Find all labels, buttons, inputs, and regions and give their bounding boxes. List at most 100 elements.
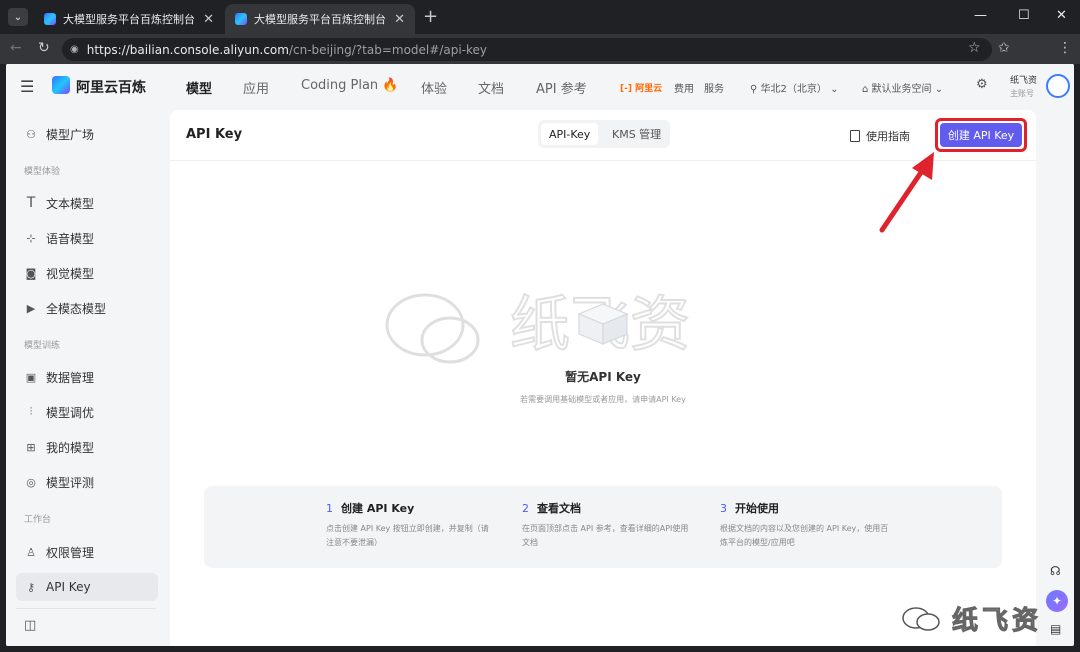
chevron-down-icon: ⌄ bbox=[826, 84, 839, 95]
step-description: 在页面顶部点击 API 参考，查看详细的API使用文档 bbox=[522, 524, 689, 547]
usage-guide-link[interactable]: 使用指南 bbox=[850, 128, 910, 144]
sidebar-item-data[interactable]: ▣ 数据管理 bbox=[16, 363, 158, 391]
top-navigation: ☰ 阿里云百炼 模型 应用 Coding Plan 🔥 体验 文档 API 参考… bbox=[6, 64, 1074, 108]
grid-icon: ⊞ bbox=[26, 440, 36, 454]
sidebar-item-label: 模型评测 bbox=[46, 475, 95, 490]
document-icon[interactable]: ▤ bbox=[1050, 622, 1061, 636]
red-arrow-annotation bbox=[879, 152, 934, 233]
sidebar-item-voice-model[interactable]: ⊹ 语音模型 bbox=[16, 224, 158, 252]
browser-tabbar: ⌄ 大模型服务平台百炼控制台 ✕ 大模型服务平台百炼控制台 ✕ + — ☐ ✕ bbox=[0, 0, 1080, 34]
site-info-icon[interactable]: ◉ bbox=[70, 44, 79, 55]
minimize-icon[interactable]: — bbox=[974, 8, 987, 23]
sidebar-item-text-model[interactable]: T 文本模型 bbox=[16, 189, 158, 217]
watermark-logo-icon: 纸飞资 bbox=[385, 289, 691, 364]
document-icon bbox=[850, 130, 860, 142]
window-close-icon[interactable]: ✕ bbox=[1056, 8, 1067, 23]
main-content: API Key API-Key KMS 管理 使用指南 创建 API Key 纸… bbox=[170, 110, 1036, 646]
back-icon[interactable]: ← bbox=[10, 40, 22, 56]
empty-state-title: 暂无API Key bbox=[565, 370, 641, 384]
sidebar-item-label: 数据管理 bbox=[46, 370, 95, 385]
collapse-sidebar-icon[interactable]: ◫ bbox=[24, 618, 36, 633]
browser-tab-active[interactable]: 大模型服务平台百炼控制台 ✕ bbox=[225, 4, 415, 34]
nav-coding-plan[interactable]: Coding Plan 🔥 bbox=[301, 78, 399, 93]
nav-fee[interactable]: 费用 bbox=[674, 80, 694, 95]
tab-title: 大模型服务平台百炼控制台 bbox=[63, 13, 195, 26]
console-page: ☰ 阿里云百炼 模型 应用 Coding Plan 🔥 体验 文档 API 参考… bbox=[6, 64, 1074, 646]
bailian-favicon-icon bbox=[235, 13, 247, 25]
url-path: /cn-beijing/?tab=model#/api-key bbox=[288, 42, 487, 57]
step-card: 2 查看文档 在页面顶部点击 API 参考，查看详细的API使用文档 bbox=[522, 500, 692, 550]
nav-apps[interactable]: 应用 bbox=[243, 78, 269, 97]
tab-search-button[interactable]: ⌄ bbox=[8, 8, 28, 26]
sidebar-section-title: 模型体验 bbox=[24, 167, 61, 177]
step-description: 根据文档的内容以及您创建的 API Key，使用百炼平台的模型/应用吧 bbox=[720, 524, 889, 547]
wechat-icon bbox=[902, 606, 940, 631]
sidebar-item-permissions[interactable]: ♙ 权限管理 bbox=[16, 538, 158, 566]
browser-tab[interactable]: 大模型服务平台百炼控制台 ✕ bbox=[34, 4, 224, 34]
hamburger-menu-icon[interactable]: ☰ bbox=[20, 77, 34, 96]
market-icon: ⚇ bbox=[26, 127, 36, 141]
nav-docs[interactable]: 文档 bbox=[478, 78, 504, 97]
nav-coding-plan-label: Coding Plan bbox=[301, 78, 379, 93]
step-card: 3 开始使用 根据文档的内容以及您创建的 API Key，使用百炼平台的模型/应用… bbox=[720, 500, 890, 550]
step-number: 2 bbox=[522, 501, 529, 515]
key-icon: ⚷ bbox=[26, 580, 36, 594]
aliyun-logo[interactable]: [-] 阿里云 bbox=[620, 81, 662, 94]
step-number: 1 bbox=[326, 501, 333, 515]
chart-icon: ▣ bbox=[25, 370, 37, 384]
sidebar-item-label: 文本模型 bbox=[46, 196, 95, 211]
sidebar-item-label: 权限管理 bbox=[46, 545, 95, 560]
sidebar-item-api-key[interactable]: ⚷ API Key bbox=[16, 573, 158, 601]
step-number: 3 bbox=[720, 501, 727, 515]
favorites-icon[interactable]: ✩ bbox=[998, 40, 1010, 56]
close-tab-icon[interactable]: ✕ bbox=[394, 12, 405, 27]
browser-menu-icon[interactable]: ⋮ bbox=[1058, 40, 1072, 56]
workspace-label: 默认业务空间 bbox=[871, 84, 932, 95]
ai-assistant-icon[interactable]: ✦ bbox=[1046, 590, 1068, 612]
settings-gear-icon[interactable]: ⚙ bbox=[976, 77, 988, 92]
step-title: 查看文档 bbox=[537, 502, 581, 515]
url-field[interactable]: ◉ https://bailian.console.aliyun.com/cn-… bbox=[62, 38, 992, 61]
reload-icon[interactable]: ↻ bbox=[38, 40, 50, 56]
getting-started-steps: 1 创建 API Key 点击创建 API Key 按钮立即创建，并复制（请注意不… bbox=[204, 486, 1002, 568]
sidebar-item-tuning[interactable]: ⫶ 模型调优 bbox=[16, 398, 158, 426]
sidebar: ⚇ 模型广场 模型体验 T 文本模型 ⊹ 语音模型 ◙ 视觉模型 ▶ 全模态模型 模型训练… bbox=[6, 108, 170, 646]
sidebar-item-market[interactable]: ⚇ 模型广场 bbox=[16, 120, 158, 148]
tab-api-key[interactable]: API-Key bbox=[541, 123, 599, 145]
tab-kms[interactable]: KMS 管理 bbox=[604, 123, 669, 145]
nav-service[interactable]: 服务 bbox=[704, 80, 724, 95]
right-rail: ☊ ✦ ▤ bbox=[1042, 564, 1074, 646]
close-tab-icon[interactable]: ✕ bbox=[203, 12, 214, 27]
sidebar-item-my-models[interactable]: ⊞ 我的模型 bbox=[16, 433, 158, 461]
maximize-icon[interactable]: ☐ bbox=[1018, 8, 1030, 23]
sidebar-item-omni-model[interactable]: ▶ 全模态模型 bbox=[16, 294, 158, 322]
create-api-key-button[interactable]: 创建 API Key bbox=[940, 123, 1022, 147]
nav-models[interactable]: 模型 bbox=[186, 78, 212, 97]
usage-guide-label: 使用指南 bbox=[866, 130, 910, 143]
brand-name: 阿里云百炼 bbox=[76, 80, 146, 96]
page-title: API Key bbox=[186, 127, 243, 142]
step-description: 点击创建 API Key 按钮立即创建，并复制（请注意不要泄漏） bbox=[326, 524, 489, 547]
region-selector[interactable]: ⚲ 华北2（北京） ⌄ bbox=[750, 80, 838, 95]
headset-icon[interactable]: ☊ bbox=[1050, 564, 1061, 578]
bailian-logo-icon bbox=[52, 76, 70, 94]
sidebar-item-label: 全模态模型 bbox=[46, 301, 107, 316]
sidebar-item-label: API Key bbox=[46, 580, 91, 594]
nav-api-reference[interactable]: API 参考 bbox=[536, 78, 587, 97]
workspace-selector[interactable]: ⌂ 默认业务空间 ⌄ bbox=[862, 80, 943, 95]
empty-state-subtitle: 若需要调用基础模型或者应用，请申请API Key bbox=[520, 395, 686, 404]
sidebar-item-vision-model[interactable]: ◙ 视觉模型 bbox=[16, 259, 158, 287]
bookmark-star-icon[interactable]: ☆ bbox=[968, 40, 981, 56]
user-role: 主账号 bbox=[1010, 89, 1034, 98]
bailian-favicon-icon bbox=[44, 13, 56, 25]
workspace-icon: ⌂ bbox=[862, 84, 872, 95]
sidebar-item-label: 视觉模型 bbox=[46, 266, 95, 281]
tab-title: 大模型服务平台百炼控制台 bbox=[254, 13, 386, 26]
user-avatar[interactable] bbox=[1046, 74, 1070, 98]
empty-box-icon bbox=[577, 303, 629, 345]
watermark-brand-text: 纸飞资 bbox=[951, 606, 1043, 637]
new-tab-icon[interactable]: + bbox=[423, 6, 438, 27]
highlight-box: 创建 API Key bbox=[935, 118, 1027, 152]
nav-experience[interactable]: 体验 bbox=[421, 78, 447, 97]
sidebar-item-evaluation[interactable]: ◎ 模型评测 bbox=[16, 468, 158, 496]
